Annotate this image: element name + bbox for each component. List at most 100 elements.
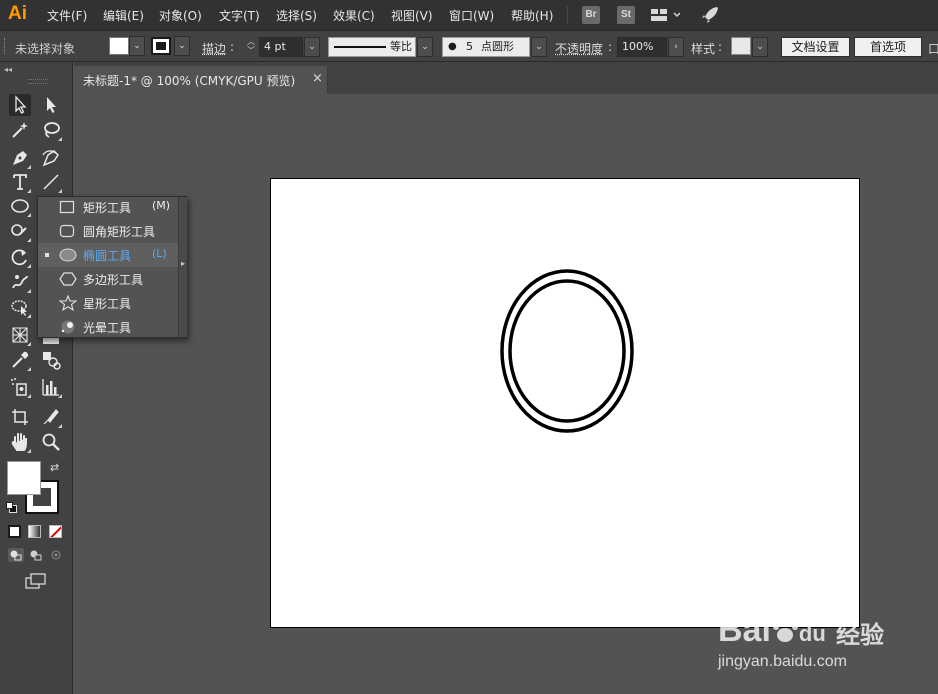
- app-logo: Ai: [8, 3, 27, 24]
- zoom-tool-icon[interactable]: [40, 431, 62, 453]
- variable-width-profile[interactable]: 等比: [328, 37, 416, 57]
- flyout-item-rounded-rectangle[interactable]: 圆角矩形工具: [38, 219, 178, 243]
- stroke-colon: :: [230, 40, 235, 54]
- brush-label: 点圆形: [481, 40, 514, 53]
- controlbar-overflow[interactable]: 口: [928, 40, 938, 57]
- menu-help[interactable]: 帮助(H): [511, 7, 553, 24]
- draw-normal-icon[interactable]: [8, 548, 24, 562]
- preferences-button[interactable]: 首选项: [854, 37, 922, 57]
- profile-dropdown[interactable]: ⌄: [417, 37, 433, 57]
- document-tab[interactable]: 未标题-1* @ 100% (CMYK/GPU 预览) ×: [74, 66, 328, 94]
- free-transform-tool-icon[interactable]: [9, 296, 31, 318]
- flyout-label: 椭圆工具: [83, 249, 132, 263]
- draw-behind-icon[interactable]: [28, 548, 44, 562]
- document-tab-close-icon[interactable]: ×: [312, 71, 323, 86]
- flyout-shortcut: (M): [152, 199, 171, 212]
- stroke-swatch[interactable]: [151, 37, 171, 55]
- stock-button[interactable]: St: [617, 6, 635, 24]
- menu-view[interactable]: 视图(V): [391, 7, 433, 24]
- graphic-style-swatch[interactable]: [731, 37, 751, 55]
- selection-tool-icon[interactable]: [9, 94, 31, 116]
- stroke-stepper[interactable]: ︿ ﹀: [244, 37, 258, 57]
- opacity-label[interactable]: 不透明度: [555, 40, 603, 57]
- outer-ellipse-shape[interactable]: [500, 269, 634, 433]
- column-graph-tool-icon[interactable]: [40, 376, 62, 398]
- artboard[interactable]: [270, 178, 860, 628]
- workspace-layout-icon[interactable]: [650, 7, 681, 26]
- watermark-brand-bai: Bai: [718, 611, 771, 649]
- default-fill-stroke-icon[interactable]: [6, 502, 17, 513]
- style-label: 样式: [691, 42, 716, 56]
- screen-mode-icon[interactable]: [25, 572, 47, 590]
- line-segment-tool-icon[interactable]: [40, 171, 62, 193]
- flyout-shortcut: (L): [152, 247, 167, 260]
- hand-tool-icon[interactable]: [9, 431, 31, 453]
- blend-tool-icon[interactable]: [40, 349, 62, 371]
- fill-swatch[interactable]: [109, 37, 129, 55]
- menu-separator: [567, 6, 568, 24]
- brush-dot-icon: ●: [448, 41, 457, 52]
- menu-window[interactable]: 窗口(W): [449, 7, 494, 24]
- opacity-arrow[interactable]: ›: [668, 37, 684, 57]
- stroke-label[interactable]: 描边: [202, 40, 226, 57]
- document-setup-button[interactable]: 文档设置: [781, 37, 850, 57]
- watermark-jingyan: 经验: [836, 621, 884, 649]
- rotate-tool-icon[interactable]: [9, 246, 31, 268]
- flyout-label: 光晕工具: [83, 321, 132, 335]
- polygon-icon: [59, 272, 77, 286]
- draw-inside-icon[interactable]: [48, 548, 64, 562]
- pen-tool-icon[interactable]: [9, 147, 31, 169]
- graphic-style-dropdown[interactable]: ⌄: [752, 37, 768, 57]
- lasso-tool-icon[interactable]: [40, 119, 62, 141]
- paw-icon: [771, 611, 799, 650]
- inner-ellipse-shape[interactable]: [508, 279, 626, 423]
- menu-file[interactable]: 文件(F): [47, 7, 87, 24]
- gradient-mode-button[interactable]: [28, 525, 41, 538]
- color-mode-button[interactable]: [8, 525, 21, 538]
- eyedropper-tool-icon[interactable]: [9, 349, 31, 371]
- none-mode-button[interactable]: [49, 525, 62, 538]
- perspective-grid-tool-icon[interactable]: [9, 324, 31, 346]
- menu-type[interactable]: 文字(T): [219, 7, 260, 24]
- swap-fill-stroke-icon[interactable]: ⇄: [50, 461, 59, 474]
- tearoff-arrow-icon[interactable]: ▸: [181, 259, 185, 268]
- flyout-item-rectangle[interactable]: 矩形工具 (M): [38, 195, 178, 219]
- rectangle-icon: [59, 200, 75, 214]
- feature-rocket-icon[interactable]: [700, 5, 720, 28]
- watermark-brand: Bai du: [718, 611, 826, 650]
- warp-tool-icon[interactable]: [9, 271, 31, 293]
- flyout-item-ellipse[interactable]: 椭圆工具 (L): [38, 243, 178, 267]
- magic-wand-tool-icon[interactable]: [9, 119, 31, 141]
- baidu-jingyan-watermark: Bai du 经验 jingyan.baidu.com: [718, 595, 918, 675]
- menu-effect[interactable]: 效果(C): [333, 7, 375, 24]
- flyout-item-flare[interactable]: 光晕工具: [38, 315, 178, 339]
- bridge-button[interactable]: Br: [582, 6, 600, 24]
- flyout-label: 圆角矩形工具: [83, 225, 156, 239]
- flyout-item-polygon[interactable]: 多边形工具: [38, 267, 178, 291]
- ellipse-tool-icon[interactable]: [9, 195, 31, 217]
- shaper-tool-icon[interactable]: [9, 220, 31, 242]
- direct-selection-tool-icon[interactable]: [40, 94, 62, 116]
- tools-grip[interactable]: [28, 79, 48, 84]
- stroke-dropdown[interactable]: ⌄: [174, 36, 190, 56]
- fill-color-box[interactable]: [7, 461, 41, 495]
- brush-dropdown[interactable]: ⌄: [531, 37, 547, 57]
- stroke-weight-dropdown[interactable]: ⌄: [304, 37, 320, 57]
- slice-tool-icon[interactable]: [40, 406, 62, 428]
- artboard-tool-icon[interactable]: [9, 406, 31, 428]
- curvature-tool-icon[interactable]: [40, 147, 62, 169]
- brush-definition[interactable]: ● 5 点圆形: [442, 37, 530, 57]
- panel-grip[interactable]: [4, 38, 8, 54]
- menu-edit[interactable]: 编辑(E): [103, 7, 144, 24]
- collapse-panel-icon[interactable]: ◂◂: [4, 65, 12, 74]
- menu-object[interactable]: 对象(O): [159, 7, 202, 24]
- fill-dropdown[interactable]: ⌄: [129, 36, 145, 56]
- flare-icon: [61, 320, 75, 334]
- opacity-field[interactable]: 100%: [617, 37, 667, 57]
- flyout-item-star[interactable]: 星形工具: [38, 291, 178, 315]
- menu-select[interactable]: 选择(S): [276, 7, 317, 24]
- type-tool-icon[interactable]: [9, 171, 31, 193]
- symbol-sprayer-tool-icon[interactable]: [9, 376, 31, 398]
- stroke-weight-field[interactable]: 4 pt: [259, 37, 303, 57]
- document-tab-title: 未标题-1* @ 100% (CMYK/GPU 预览): [83, 74, 296, 88]
